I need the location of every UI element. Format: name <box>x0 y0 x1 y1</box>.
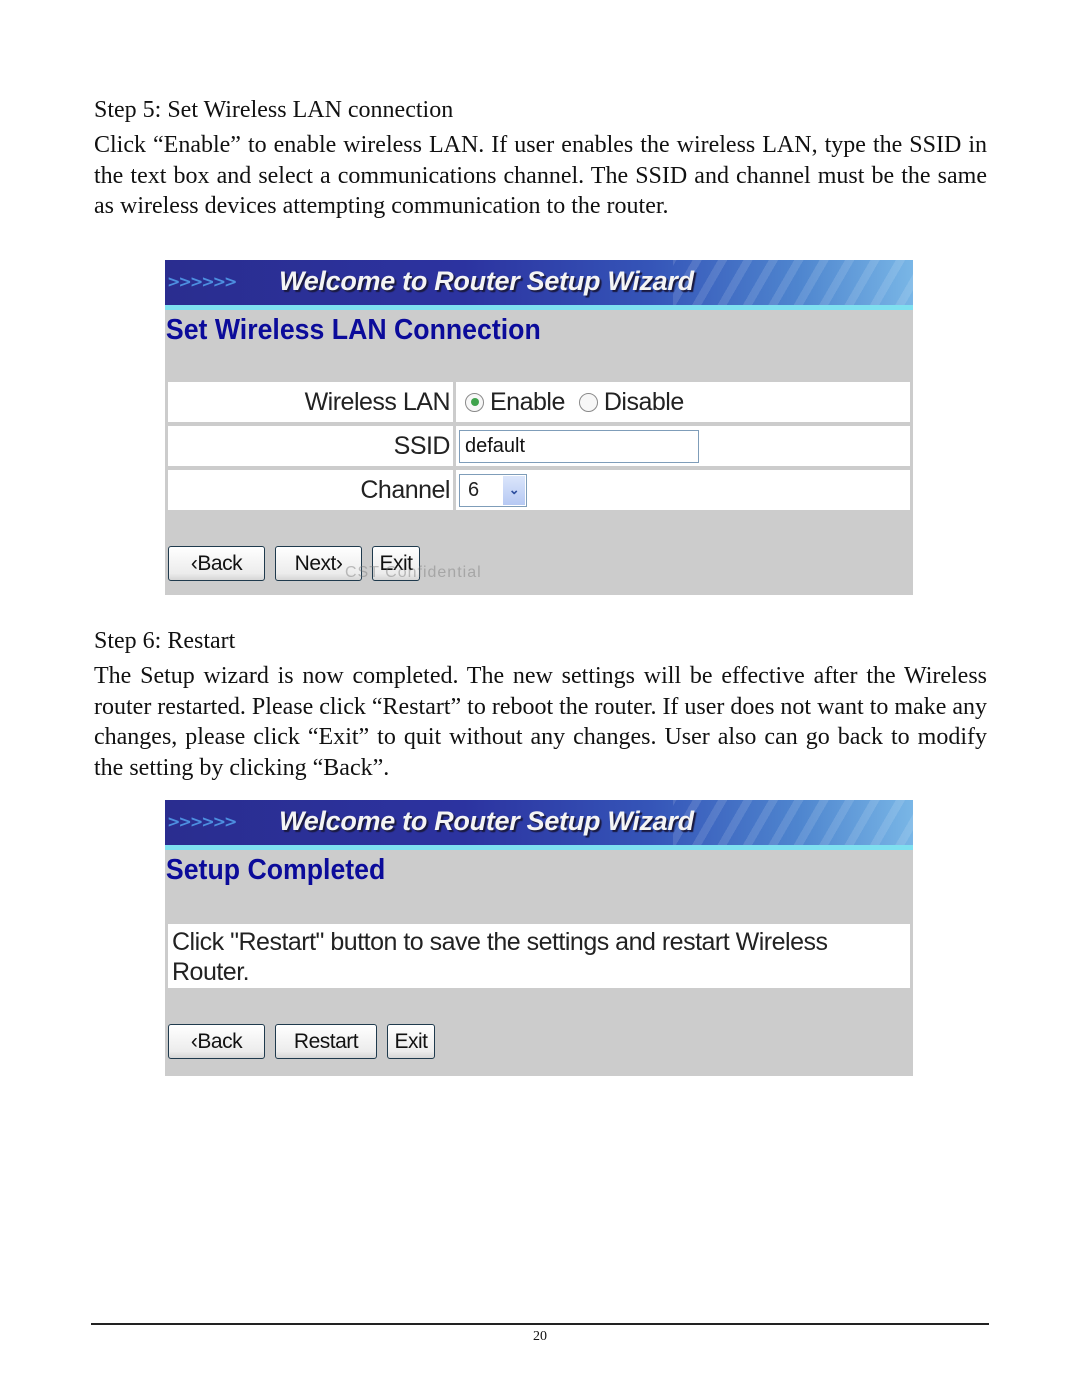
restart-button[interactable]: Restart <box>275 1024 377 1059</box>
banner-title: Welcome to Router Setup Wizard <box>279 266 694 296</box>
enable-radio-label[interactable]: Enable <box>490 388 565 417</box>
chevron-down-icon[interactable]: ⌄ <box>503 475 525 505</box>
wizard-button-row: ‹Back Restart Exit <box>165 1024 913 1059</box>
back-button[interactable]: ‹Back <box>168 546 265 581</box>
arrows-icon: >>>>>> <box>167 812 237 831</box>
section-title: Set Wireless LAN Connection <box>165 314 541 346</box>
wireless-lan-options: Enable Disable <box>456 382 910 422</box>
ssid-row: SSID <box>168 426 910 466</box>
page-number: 20 <box>533 1329 547 1344</box>
section-title: Setup Completed <box>165 854 386 886</box>
disable-radio-label[interactable]: Disable <box>604 388 684 417</box>
step5-body: Click “Enable” to enable wireless LAN. I… <box>94 132 987 219</box>
confidential-watermark: CST Confidential <box>345 564 482 581</box>
channel-select[interactable]: 6 ⌄ <box>459 473 527 507</box>
wireless-lan-row: Wireless LAN Enable Disable <box>168 382 910 422</box>
banner-decoration <box>673 800 913 850</box>
step6-body: The Setup wizard is now completed. The n… <box>94 663 988 781</box>
channel-label: Channel <box>168 470 453 510</box>
exit-button[interactable]: Exit <box>387 1024 435 1059</box>
setup-completed-screenshot: >>>>>> Welcome to Router Setup Wizard Se… <box>165 800 913 1076</box>
step6-heading: Step 6: Restart <box>94 628 236 654</box>
enable-radio[interactable] <box>465 392 484 412</box>
step5-heading: Step 5: Set Wireless LAN connection <box>94 97 454 123</box>
banner-decoration <box>673 260 913 310</box>
banner-title: Welcome to Router Setup Wizard <box>279 806 694 836</box>
wizard-banner: >>>>>> Welcome to Router Setup Wizard <box>165 800 913 850</box>
completion-message: Click "Restart" button to save the setti… <box>168 924 910 988</box>
wireless-lan-wizard-screenshot: >>>>>> Welcome to Router Setup Wizard Se… <box>165 260 913 595</box>
wizard-button-row: ‹Back Next› Exit CST Confidential <box>165 546 913 581</box>
ssid-input[interactable] <box>459 429 699 463</box>
wireless-lan-label: Wireless LAN <box>168 382 453 422</box>
wizard-banner: >>>>>> Welcome to Router Setup Wizard <box>165 260 913 310</box>
arrows-icon: >>>>>> <box>167 272 237 291</box>
ssid-label: SSID <box>168 426 453 466</box>
channel-row: Channel 6 ⌄ <box>168 470 910 510</box>
disable-radio[interactable] <box>578 392 598 412</box>
footer-divider <box>91 1323 989 1325</box>
channel-value: 6 <box>468 478 479 501</box>
back-button[interactable]: ‹Back <box>168 1024 265 1059</box>
